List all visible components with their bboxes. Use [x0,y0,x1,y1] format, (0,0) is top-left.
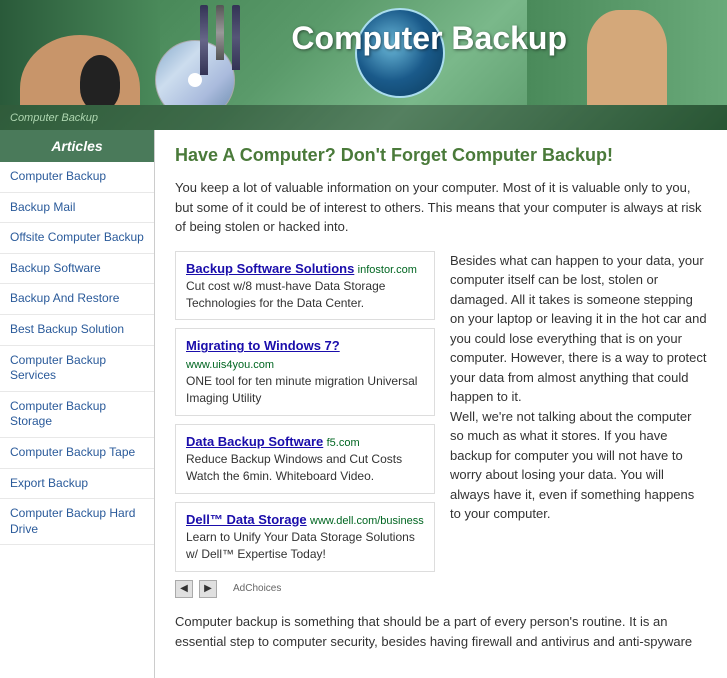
ad-title-3[interactable]: Data Backup Software [186,434,323,449]
header-title: Computer Backup [291,20,567,57]
sidebar-item-best-backup-solution[interactable]: Best Backup Solution [0,315,154,346]
sidebar-item-offsite-computer-backup[interactable]: Offsite Computer Backup [0,223,154,254]
ad-url-4: www.dell.com/business [310,515,424,527]
ad-choices-label: AdChoices [233,583,281,594]
usb-stick-2 [216,5,224,60]
sidebar-item-computer-backup[interactable]: Computer Backup [0,162,154,193]
ad-url-3: f5.com [327,437,360,449]
para3-text: Computer backup is something that should… [175,612,707,654]
right-column: Besides what can happen to your data, yo… [450,251,707,598]
sidebar-item-computer-backup-services[interactable]: Computer Backup Services [0,346,154,392]
para2-text: Well, we're not talking about the comput… [450,407,707,524]
ad-block-4: Dell™ Data Storage www.dell.com/business… [175,502,435,572]
hand-image-area [0,0,160,105]
right-col-text: Besides what can happen to your data, yo… [450,251,707,407]
header-overlay: Computer Backup [0,105,727,130]
usb-sticks-area [200,5,240,75]
page-header: Computer Backup Computer Backup [0,0,727,130]
ad-url-1: infostor.com [358,264,417,276]
content-body: Computer backup is something that should… [175,612,707,654]
ad-block-2: Migrating to Windows 7? www.uis4you.com … [175,328,435,415]
usb-stick-3 [232,5,240,70]
content-area: Have A Computer? Don't Forget Computer B… [155,130,727,678]
ad-title-1[interactable]: Backup Software Solutions [186,261,354,276]
sidebar-item-export-backup[interactable]: Export Backup [0,469,154,500]
ads-column: Backup Software Solutions infostor.com C… [175,251,435,598]
ad-block-3: Data Backup Software f5.com Reduce Backu… [175,424,435,494]
ad-title-4[interactable]: Dell™ Data Storage [186,512,307,527]
main-layout: Articles Computer Backup Backup Mail Off… [0,130,727,678]
hand-shape [20,35,140,105]
person-shape [587,10,667,105]
usb-stick-1 [200,5,208,75]
sidebar-item-computer-backup-tape[interactable]: Computer Backup Tape [0,438,154,469]
sidebar-item-backup-mail[interactable]: Backup Mail [0,193,154,224]
content-intro: You keep a lot of valuable information o… [175,178,707,237]
sidebar-item-computer-backup-hard-drive[interactable]: Computer Backup Hard Drive [0,499,154,545]
sidebar-item-backup-and-restore[interactable]: Backup And Restore [0,284,154,315]
header-overlay-text: Computer Backup [10,112,98,124]
content-title: Have A Computer? Don't Forget Computer B… [175,145,707,166]
sidebar: Articles Computer Backup Backup Mail Off… [0,130,155,678]
ad-navigation: ◀ ▶ AdChoices [175,580,435,598]
ad-block-1: Backup Software Solutions infostor.com C… [175,251,435,321]
two-column-section: Backup Software Solutions infostor.com C… [175,251,707,598]
ad-desc-4: Learn to Unify Your Data Storage Solutio… [186,530,415,561]
sidebar-item-computer-backup-storage[interactable]: Computer Backup Storage [0,392,154,438]
ad-next-button[interactable]: ▶ [199,580,217,598]
ad-title-2[interactable]: Migrating to Windows 7? [186,338,340,353]
ad-desc-1: Cut cost w/8 must-have Data Storage Tech… [186,279,385,310]
ad-url-2: www.uis4you.com [186,359,274,371]
sidebar-heading: Articles [0,130,154,162]
sidebar-item-backup-software[interactable]: Backup Software [0,254,154,285]
ad-prev-button[interactable]: ◀ [175,580,193,598]
ad-desc-3: Reduce Backup Windows and Cut Costs Watc… [186,452,402,483]
mouse-shape [80,55,120,105]
ad-desc-2: ONE tool for ten minute migration Univer… [186,374,417,405]
